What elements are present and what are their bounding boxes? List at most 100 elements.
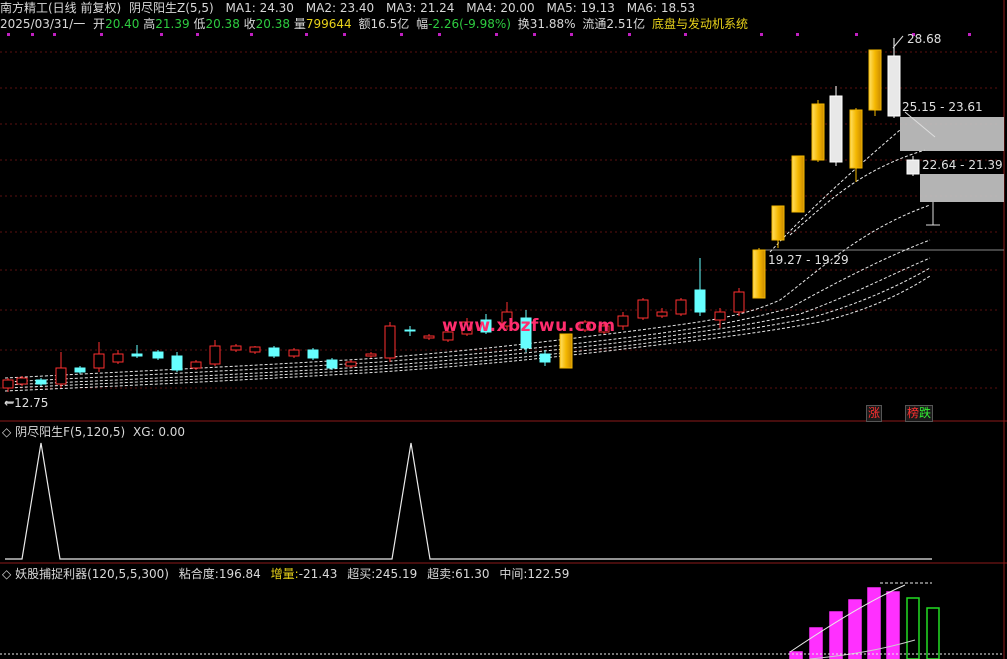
- high-price-label: 28.68: [907, 32, 942, 46]
- signal-spikes: [5, 442, 932, 560]
- candle-body: [694, 289, 706, 313]
- panel2-xg: XG: 0.00: [132, 425, 186, 439]
- signal-stop: 榜: [907, 406, 920, 420]
- panel2-collapse-icon[interactable]: ◇: [2, 425, 11, 439]
- header-row-2: 2025/03/31/一 开20.40 高21.39 低20.38 收20.38…: [0, 16, 748, 32]
- inc-label: 增量:: [270, 567, 299, 581]
- candle-body: [423, 335, 435, 339]
- candle-body: [326, 359, 338, 369]
- histogram-bar: [867, 587, 881, 659]
- candle-body: [307, 349, 319, 359]
- candle-body: [404, 329, 416, 332]
- candle-body: [16, 377, 28, 385]
- ma2: MA2: 23.40: [305, 1, 375, 15]
- histogram-bar: [926, 607, 940, 659]
- grid-lines: [0, 51, 1000, 389]
- mid-label: 中间:: [499, 567, 528, 581]
- formula-name[interactable]: 阴尽阳生Z(5,5): [129, 1, 214, 15]
- panel3-collapse-icon[interactable]: ◇: [2, 567, 11, 581]
- candle-body: [752, 249, 766, 299]
- candle-body: [539, 353, 551, 363]
- ma4: MA4: 20.00: [466, 1, 535, 15]
- float-shares: 流通2.51亿: [582, 17, 646, 31]
- candle-body: [771, 205, 785, 241]
- low-price-label: ←12.75: [4, 396, 49, 410]
- candle-body: [365, 353, 377, 357]
- candle-body: [637, 299, 649, 319]
- candle-body: [190, 361, 202, 369]
- ob-value: 245.19: [375, 567, 418, 581]
- candle-body: [791, 155, 805, 213]
- header-row-1: 南方精工(日线 前复权) 阴尽阳生Z(5,5) MA1: 24.30 MA2: …: [0, 0, 695, 16]
- app-title: 南方精工(日线 前复权): [0, 1, 122, 15]
- change-value: -2.26(-9.98%): [428, 17, 511, 31]
- vol-label: 量: [293, 17, 306, 31]
- close-value: 20.38: [255, 17, 291, 31]
- high-value: 21.39: [155, 17, 190, 31]
- zone2-label: 22.64 - 21.39: [922, 158, 1003, 172]
- candle-body: [288, 349, 300, 357]
- low-arrow-icon: ←: [4, 396, 15, 410]
- candle-body: [345, 361, 357, 367]
- resistance-zone-1: [900, 117, 1004, 151]
- candle-body: [93, 353, 105, 369]
- low-label: 低: [193, 17, 206, 31]
- zone1-label: 25.15 - 23.61: [902, 100, 983, 114]
- candle-body: [559, 333, 573, 369]
- stick-value: 196.84: [218, 567, 261, 581]
- candle-body: [656, 311, 668, 317]
- candle-body: [268, 347, 280, 357]
- support-label: 19.27 - 19.29: [768, 253, 849, 267]
- candle-body: [112, 353, 124, 363]
- signal-board-tag[interactable]: 榜跌: [905, 405, 934, 422]
- histogram-bar: [906, 597, 920, 659]
- candle-body: [2, 379, 14, 389]
- panel2-title[interactable]: 阴尽阳生F(5,120,5): [15, 425, 125, 439]
- histogram-bar: [886, 591, 900, 659]
- mid-value: 122.59: [527, 567, 570, 581]
- candle-body: [906, 159, 920, 175]
- candle-body: [74, 367, 86, 373]
- candle-body: [868, 49, 882, 111]
- candle-body: [384, 325, 396, 359]
- os-value: 61.30: [455, 567, 490, 581]
- stick-label: 粘合度:: [178, 567, 219, 581]
- panel2-header: ◇ 阴尽阳生F(5,120,5) XG: 0.00: [2, 424, 185, 440]
- resistance-zone-2: [920, 174, 1004, 202]
- candle-body: [733, 291, 745, 313]
- panel3-header: ◇ 妖股捕捉利器(120,5,5,300) 粘合度:196.84 增量:-21.…: [2, 566, 569, 582]
- low-value: 20.38: [205, 17, 240, 31]
- signal-down: 跌: [919, 406, 932, 420]
- ma1: MA1: 24.30: [225, 1, 294, 15]
- inc-value: -21.43: [298, 567, 338, 581]
- open-value: 20.40: [105, 17, 140, 31]
- candle-body: [849, 109, 863, 169]
- candle-body: [209, 345, 221, 365]
- candle-body: [887, 55, 901, 117]
- candlesticks: [2, 38, 920, 392]
- ma6: MA6: 18.53: [626, 1, 696, 15]
- candle-body: [55, 367, 67, 385]
- high-label: 高: [143, 17, 156, 31]
- ob-label: 超买:: [347, 567, 376, 581]
- change-label: 幅: [416, 17, 429, 31]
- candle-body: [714, 311, 726, 321]
- panel3-title[interactable]: 妖股捕捉利器(120,5,5,300): [15, 567, 169, 581]
- system-name[interactable]: 底盘与发动机系统: [652, 17, 748, 31]
- candle-body: [249, 346, 261, 353]
- signal-up-tag[interactable]: 涨: [866, 405, 883, 422]
- candle-body: [131, 353, 143, 357]
- quote-date: 2025/03/31/一: [0, 17, 86, 31]
- candle-body: [35, 379, 47, 385]
- amount: 额16.5亿: [358, 17, 410, 31]
- capture-histogram: [789, 587, 940, 659]
- close-label: 收: [243, 17, 256, 31]
- candle-body: [230, 345, 242, 351]
- watermark: www.xbzfwu.com: [442, 316, 616, 336]
- candle-body: [829, 95, 843, 163]
- turnover: 换31.88%: [517, 17, 576, 31]
- vol-value: 799644: [305, 17, 352, 31]
- histogram-bar: [789, 651, 803, 659]
- candle-body: [617, 315, 629, 327]
- ma5: MA5: 19.13: [546, 1, 615, 15]
